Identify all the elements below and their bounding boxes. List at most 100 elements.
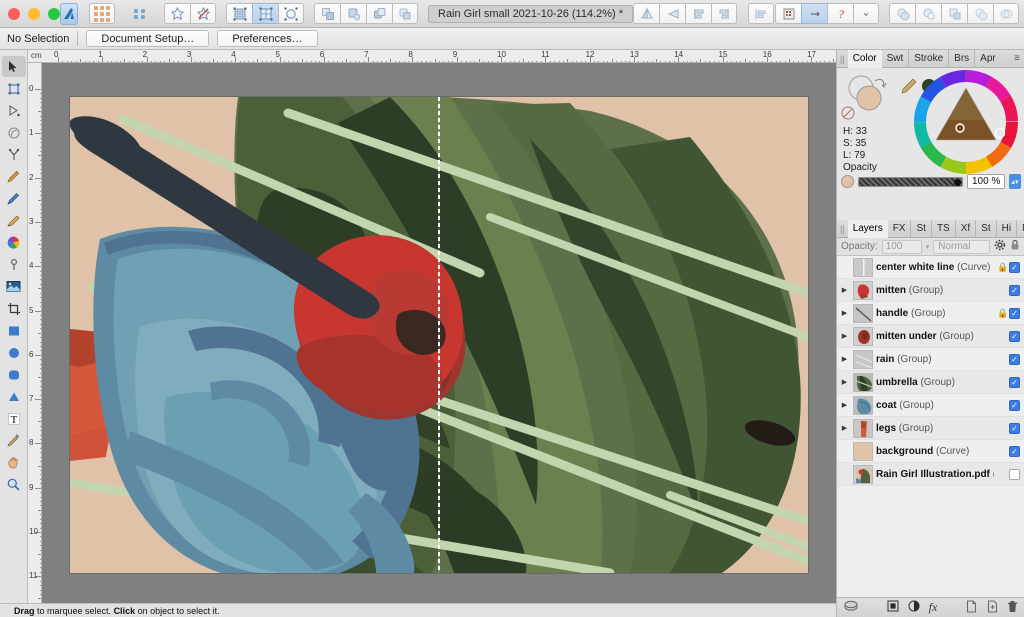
lock-icon[interactable]: 🔒	[997, 262, 1008, 273]
layer-visibility-checkbox[interactable]: ✓	[1009, 422, 1020, 434]
triangle-tool[interactable]	[2, 386, 26, 407]
fill-stroke-swatches[interactable]	[841, 72, 901, 124]
color-wheel[interactable]	[914, 70, 1018, 174]
align-right-button[interactable]	[711, 3, 738, 24]
opacity-stepper[interactable]: ▴▾	[1009, 174, 1021, 189]
disclosure-triangle-icon[interactable]: ▶	[839, 332, 850, 340]
layer-row[interactable]: background (Curve) ✓	[837, 440, 1024, 463]
pixel-preview-button[interactable]	[775, 3, 802, 24]
tab-effects[interactable]: FX	[888, 220, 911, 238]
layer-row[interactable]: ▶ handle (Group) 🔒 ✓	[837, 302, 1024, 325]
node-tool[interactable]	[2, 78, 26, 99]
tab-brushes[interactable]: Brs	[948, 49, 974, 68]
move-up-button[interactable]	[366, 3, 392, 24]
assistant-dots-blue-button[interactable]	[127, 3, 153, 24]
boolean-subtract-button[interactable]	[915, 3, 942, 24]
opacity-slider-knob[interactable]	[954, 178, 962, 186]
layer-blend-mode-select[interactable]: Normal	[933, 239, 990, 254]
transparency-tool[interactable]	[2, 254, 26, 275]
tab-styles[interactable]: St	[910, 219, 930, 238]
layer-visibility-checkbox[interactable]: ✓	[1009, 330, 1020, 342]
layer-visibility-checkbox[interactable]: ✓	[1009, 307, 1020, 319]
zoom-tool[interactable]	[2, 474, 26, 495]
pencil-tool[interactable]	[2, 188, 26, 209]
artistic-text-tool[interactable]: T	[2, 408, 26, 429]
crop-tool[interactable]	[2, 298, 26, 319]
layer-visibility-checkbox[interactable]: ✓	[1009, 261, 1020, 273]
flip-horizontal-button[interactable]	[633, 3, 660, 24]
mask-icon[interactable]	[844, 600, 858, 615]
shape-erase-button[interactable]	[190, 3, 216, 24]
corner-tool[interactable]	[2, 122, 26, 143]
opacity-slider[interactable]	[857, 176, 964, 187]
lock-icon[interactable]: 🔒	[997, 308, 1008, 319]
layer-visibility-checkbox[interactable]	[1009, 468, 1020, 480]
disclosure-triangle-icon[interactable]: ▶	[839, 286, 850, 294]
duplicate-layer-icon[interactable]	[986, 599, 998, 616]
chevron-down-icon[interactable]: ▾	[926, 243, 930, 251]
close-window-button[interactable]	[8, 7, 20, 20]
ellipse-tool[interactable]	[2, 342, 26, 363]
vector-crop-tool[interactable]	[2, 144, 26, 165]
pen-tool[interactable]	[2, 166, 26, 187]
tab-transform[interactable]: Xf	[954, 219, 975, 238]
flip-vertical-button[interactable]	[659, 3, 686, 24]
layer-row[interactable]: ▶ mitten under (Group) ✓	[837, 325, 1024, 348]
align-left-button[interactable]	[685, 3, 712, 24]
snap-grid-button[interactable]	[252, 3, 278, 24]
transform-box-button[interactable]	[278, 3, 304, 24]
vertical-ruler[interactable]: 012345678910111213	[28, 63, 42, 608]
layer-row[interactable]: ▶ rain (Group) ✓	[837, 348, 1024, 371]
hand-tool[interactable]	[2, 452, 26, 473]
disclosure-triangle-icon[interactable]: ▶	[839, 424, 850, 432]
distribute-button[interactable]	[748, 3, 775, 24]
tab-stroke[interactable]: Stroke	[908, 49, 948, 68]
preferences-button[interactable]: Preferences…	[217, 30, 318, 47]
assistant-dots-orange-button[interactable]	[89, 3, 115, 24]
tab-appearance[interactable]: Apr	[974, 49, 1001, 68]
more-options-button[interactable]	[853, 3, 880, 24]
tab-text-styles[interactable]: TS	[930, 219, 955, 238]
minimize-window-button[interactable]	[28, 7, 40, 20]
fx-icon[interactable]: fx	[929, 600, 938, 615]
layer-visibility-checkbox[interactable]: ✓	[1009, 353, 1020, 365]
opacity-value-field[interactable]: 100 %	[967, 174, 1006, 189]
layer-visibility-checkbox[interactable]: ✓	[1009, 376, 1020, 388]
layer-row[interactable]: center white line (Curve) 🔒 ✓	[837, 256, 1024, 279]
shape-add-button[interactable]	[164, 3, 190, 24]
artboard[interactable]	[70, 97, 808, 573]
tab-swatches[interactable]: Swt	[882, 50, 909, 68]
tab-color[interactable]: Color	[847, 49, 882, 68]
grid-button[interactable]	[226, 3, 252, 24]
rectangle-tool[interactable]	[2, 320, 26, 341]
layers-list[interactable]: center white line (Curve) 🔒 ✓ ▶ mitten (Grou…	[837, 256, 1024, 604]
layer-visibility-checkbox[interactable]: ✓	[1009, 445, 1020, 457]
boolean-divide-button[interactable]	[967, 3, 994, 24]
delete-layer-icon[interactable]	[1007, 600, 1018, 616]
move-back-button[interactable]	[314, 3, 340, 24]
fill-tool[interactable]	[2, 232, 26, 253]
boolean-intersect-button[interactable]	[941, 3, 968, 24]
tab-stock[interactable]: St	[975, 219, 995, 238]
document-setup-button[interactable]: Document Setup…	[86, 30, 210, 47]
point-transform-tool[interactable]	[2, 100, 26, 121]
place-image-tool[interactable]	[2, 276, 26, 297]
horizontal-ruler[interactable]: cm 0123456789101112131415161718	[28, 50, 836, 63]
tab-history[interactable]: Hi	[995, 219, 1016, 238]
disclosure-triangle-icon[interactable]: ▶	[839, 378, 850, 386]
layer-row[interactable]: ▶ umbrella (Group) ✓	[837, 371, 1024, 394]
color-picker-tool[interactable]	[2, 430, 26, 451]
canvas-area[interactable]	[42, 63, 836, 608]
move-front-button[interactable]	[340, 3, 366, 24]
document-title[interactable]: Rain Girl small 2021-10-26 (114.2%) *	[428, 4, 634, 23]
zoom-window-button[interactable]	[48, 7, 60, 20]
opacity-color-swatch[interactable]	[841, 175, 854, 188]
layer-row[interactable]: Rain Girl Illustration.pdf (Er	[837, 463, 1024, 486]
layer-row[interactable]: ▶ coat (Group) ✓	[837, 394, 1024, 417]
vector-brush-tool[interactable]	[2, 210, 26, 231]
disclosure-triangle-icon[interactable]: ▶	[839, 401, 850, 409]
layer-visibility-checkbox[interactable]: ✓	[1009, 284, 1020, 296]
lock-icon[interactable]	[1010, 239, 1020, 254]
move-down-button[interactable]	[392, 3, 418, 24]
arrow-right-button[interactable]	[801, 3, 828, 24]
